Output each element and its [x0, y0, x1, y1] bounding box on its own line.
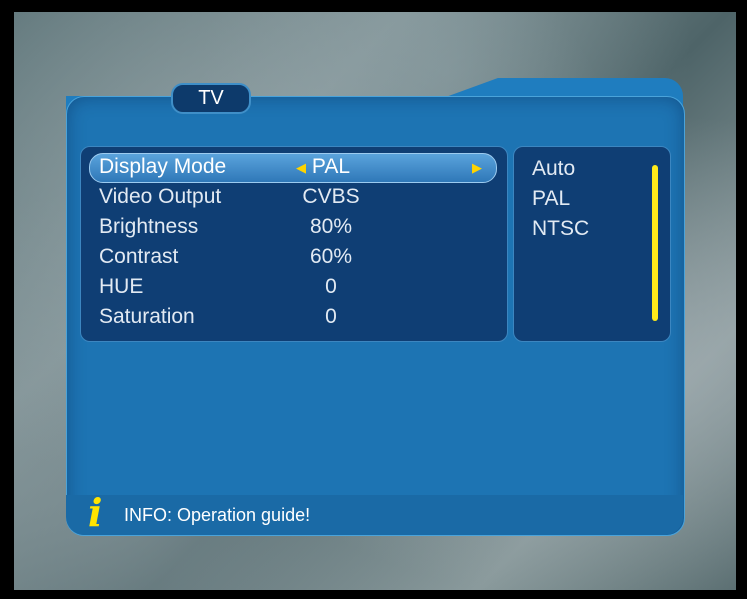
option-pal[interactable]: PAL	[532, 187, 570, 211]
menu-row-label: HUE	[99, 275, 144, 298]
info-text: INFO: Operation guide!	[124, 505, 311, 525]
menu-row-contrast[interactable]: Contrast 60%	[81, 243, 507, 273]
menu-row-value: 0	[325, 305, 337, 328]
menu-row-display-mode[interactable]: Display Mode ◀ PAL ▶	[81, 153, 507, 183]
option-ntsc[interactable]: NTSC	[532, 217, 589, 241]
scrollbar[interactable]	[652, 165, 658, 321]
menu-row-value: 60%	[309, 245, 353, 268]
menu-row-video-output[interactable]: Video Output CVBS	[81, 183, 507, 213]
page-title: TV	[171, 83, 251, 114]
menu-row-label: Brightness	[99, 215, 199, 238]
menu-row-value: 0	[325, 275, 337, 298]
menu-row-value: CVBS	[302, 185, 360, 208]
info-icon: i	[88, 490, 103, 535]
option-auto[interactable]: Auto	[532, 157, 575, 181]
menu-row-label: Contrast	[99, 245, 179, 268]
right-arrow-icon[interactable]: ▶	[472, 160, 482, 176]
menu-row-value: 80%	[309, 215, 353, 238]
menu-row-label: Video Output	[99, 185, 222, 208]
menu-row-brightness[interactable]: Brightness 80%	[81, 213, 507, 243]
menu-row-label: Saturation	[99, 305, 195, 328]
settings-menu: Display Mode ◀ PAL ▶ Video Output CVBS B…	[80, 146, 508, 342]
menu-row-hue[interactable]: HUE 0	[81, 273, 507, 303]
menu-row-label: Display Mode	[99, 155, 227, 178]
menu-row-value: PAL	[311, 155, 351, 178]
options-list: Auto PAL NTSC	[513, 146, 671, 342]
menu-row-saturation[interactable]: Saturation 0	[81, 303, 507, 333]
